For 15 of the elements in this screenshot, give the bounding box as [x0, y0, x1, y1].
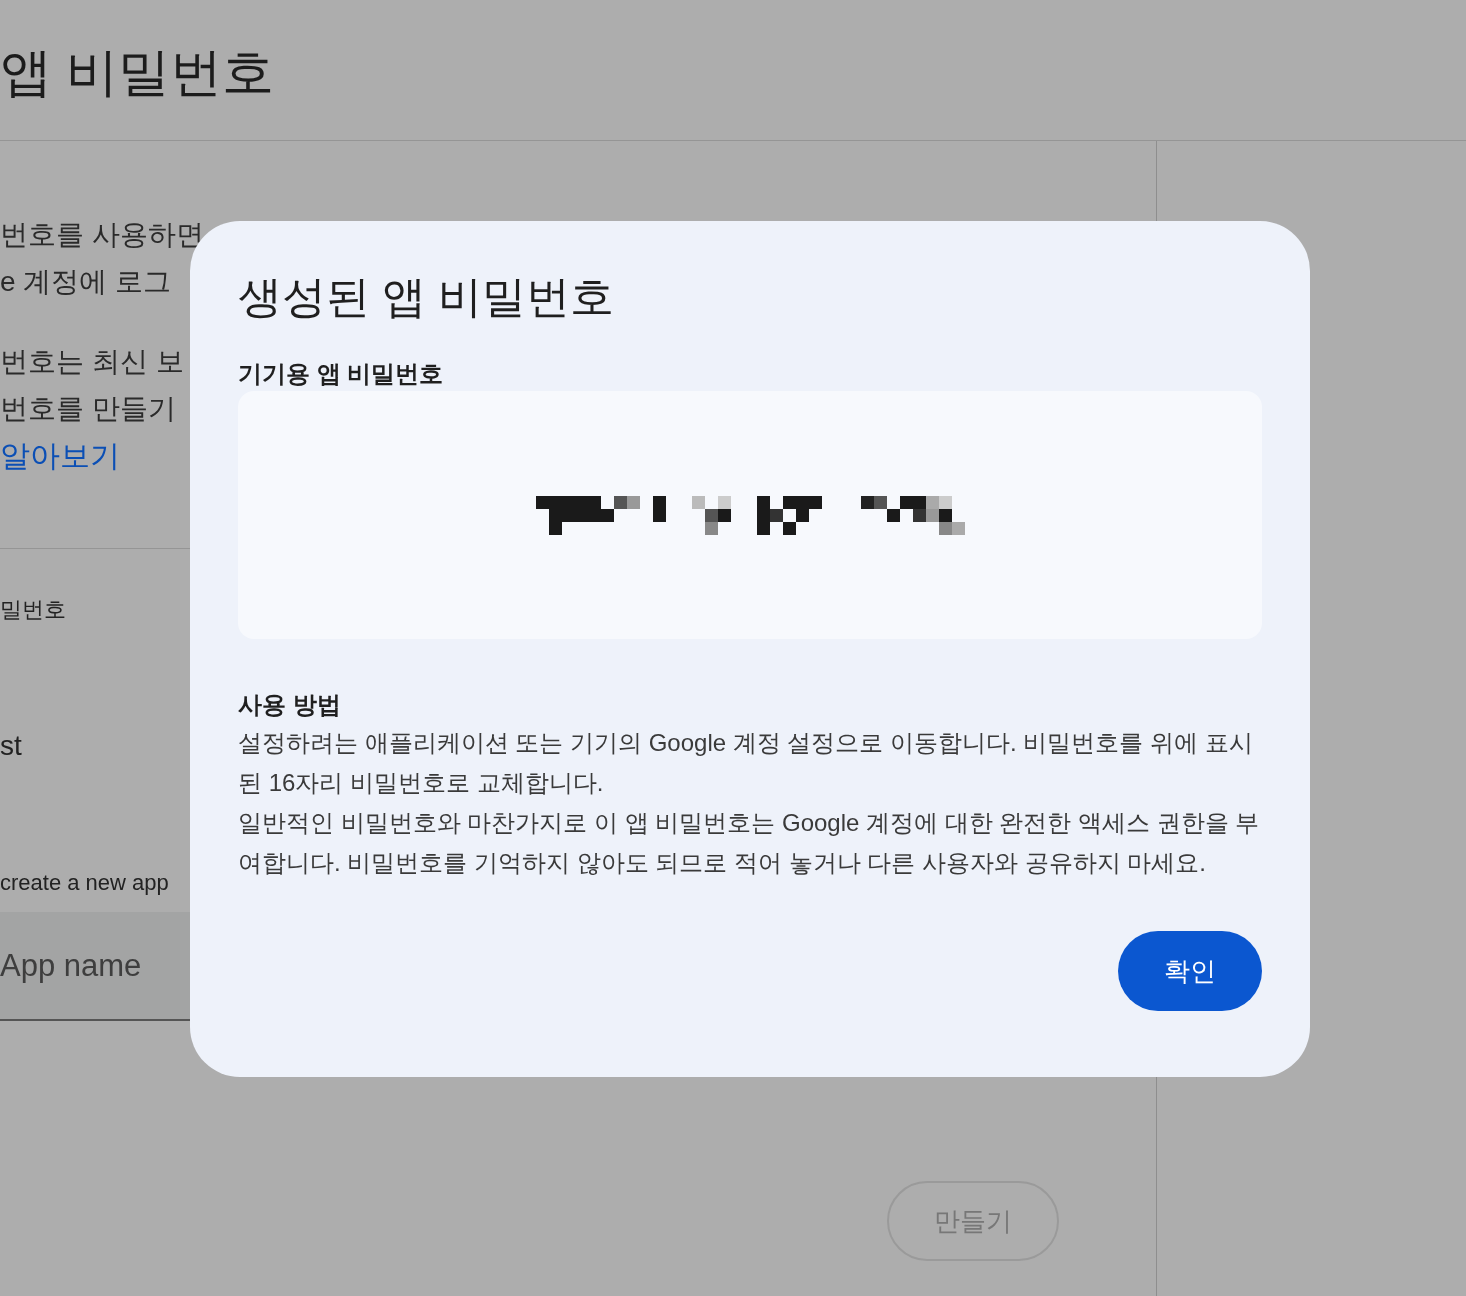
confirm-button[interactable]: 확인 — [1118, 931, 1262, 1011]
learn-more-link[interactable]: 알아보기 — [0, 432, 120, 480]
dialog-title: 생성된 앱 비밀번호 — [238, 271, 616, 323]
password-label: 기기용 앱 비밀번호 — [238, 359, 445, 389]
notice-text: 번호는 최신 보 — [0, 345, 184, 379]
usage-heading: 사용 방법 — [238, 690, 342, 720]
description-text: e 계정에 로그 — [0, 265, 172, 299]
app-name-text: st — [0, 730, 22, 762]
usage-paragraph: 일반적인 비밀번호와 마찬가지로 이 앱 비밀번호는 Google 계정에 대한 완전한 액세스 권한을 부여합니다. 비밀번호를 기억하지 않아도 되므로 적어 놓거나 다른 사용자와 공유하지 마세요. — [238, 808, 1261, 878]
section-label: 밀번호 — [0, 596, 66, 624]
usage-paragraph: 설정하려는 애플리케이션 또는 기기의 Google 계정 설정으로 이동합니다. 비밀번호를 위에 표시된 16자리 비밀번호로 교체합니다. — [238, 728, 1254, 798]
description-text: 번호를 사용하면 — [0, 218, 204, 252]
create-prompt-text: create a new app — [0, 870, 169, 896]
notice-text: 번호를 만들기 — [0, 392, 176, 426]
page-title: 앱 비밀번호 — [0, 42, 275, 103]
